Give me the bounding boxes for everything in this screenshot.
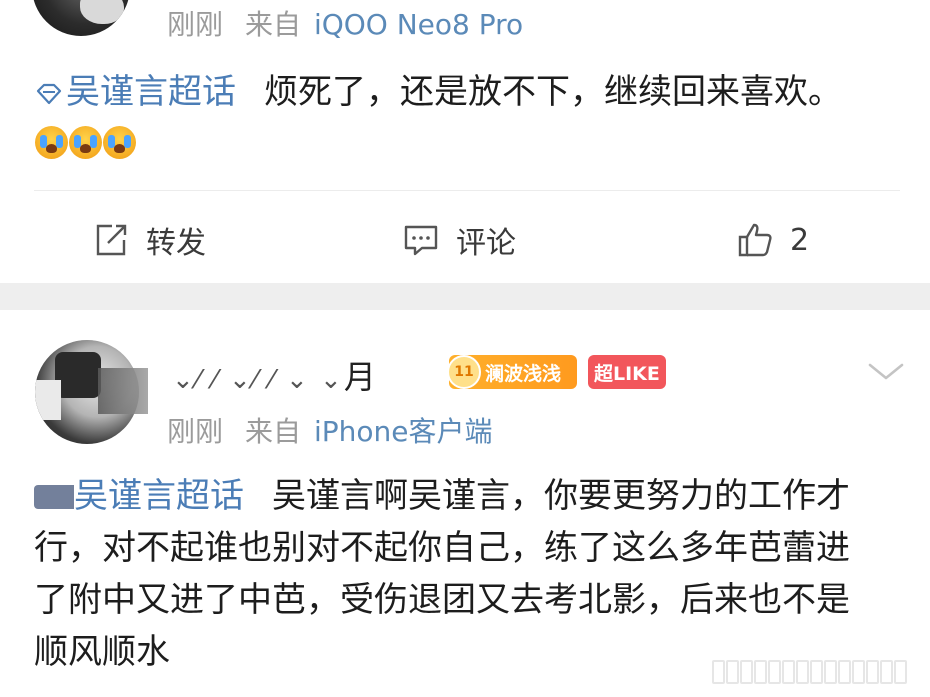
post-meta: 刚刚 来自 iQOO Neo8 Pro (167, 3, 523, 43)
topic-label: 吴谨言超话 (74, 476, 244, 516)
avatar-photo-detail (80, 0, 124, 24)
comment-label: 评论 (456, 226, 516, 261)
fan-level-badge[interactable]: 11 澜波浅浅 (447, 355, 577, 389)
source-device-link[interactable]: iPhone客户端 (314, 415, 493, 448)
fan-level-number: 11 (447, 355, 481, 389)
comment-icon (404, 225, 438, 256)
crying-face-icon (103, 126, 136, 159)
post-meta: 刚刚 来自 iPhone客户端 (167, 410, 492, 450)
diamond-topic-icon (34, 68, 64, 105)
super-like-badge[interactable]: 超LIKE (588, 355, 666, 389)
mosaic-blur (98, 368, 148, 414)
post-time: 刚刚 (167, 8, 224, 41)
username-masked: ⌄⁄ ⁄ ⌄⁄ ⁄ ⌄ ⌄ (172, 365, 344, 395)
post-text: 烦死了，还是放不下，继续回来喜欢。 (264, 72, 842, 112)
chevron-down-icon[interactable] (866, 356, 906, 386)
comment-button[interactable]: 评论 (402, 210, 516, 270)
super-like-label: 超LIKE (594, 362, 660, 385)
crying-face-icon (35, 126, 68, 159)
post-time: 刚刚 (167, 415, 224, 448)
repost-icon (96, 224, 127, 256)
repost-button[interactable]: 转发 (92, 210, 206, 270)
like-count: 2 (790, 222, 810, 258)
topic-icon (34, 485, 74, 509)
topic-link[interactable]: 吴谨言超话 (34, 72, 236, 112)
avatar-photo-detail (35, 380, 61, 420)
post-body: 吴谨言超话 吴谨言啊吴谨言，你要更努力的工作才行，对不起谁也别对不起你自己，练了这… (34, 470, 874, 678)
post-actions-bar: 转发 评论 2 (0, 210, 930, 270)
source-prefix: 来自 (245, 415, 302, 448)
fan-badge-label: 澜波浅浅 (485, 362, 562, 385)
feed-separator (0, 283, 930, 310)
source-prefix: 来自 (245, 8, 302, 41)
username-visible: 月 (343, 358, 376, 396)
like-button[interactable]: 2 (736, 210, 809, 270)
avatar-photo-detail (55, 352, 101, 398)
thumbs-up-icon (738, 223, 772, 257)
post-body: 吴谨言超话 烦死了，还是放不下，继续回来喜欢。 (34, 66, 874, 170)
topic-link[interactable]: 吴谨言超话 (34, 476, 244, 516)
topic-label: 吴谨言超话 (66, 72, 236, 112)
username[interactable]: ⌄⁄ ⁄ ⌄⁄ ⁄ ⌄ ⌄月 (172, 352, 376, 398)
repost-label: 转发 (146, 226, 206, 261)
divider (34, 190, 900, 191)
source-device-link[interactable]: iQOO Neo8 Pro (314, 8, 523, 41)
watermark (712, 660, 922, 690)
avatar[interactable] (32, 0, 130, 36)
crying-face-icon (69, 126, 102, 159)
